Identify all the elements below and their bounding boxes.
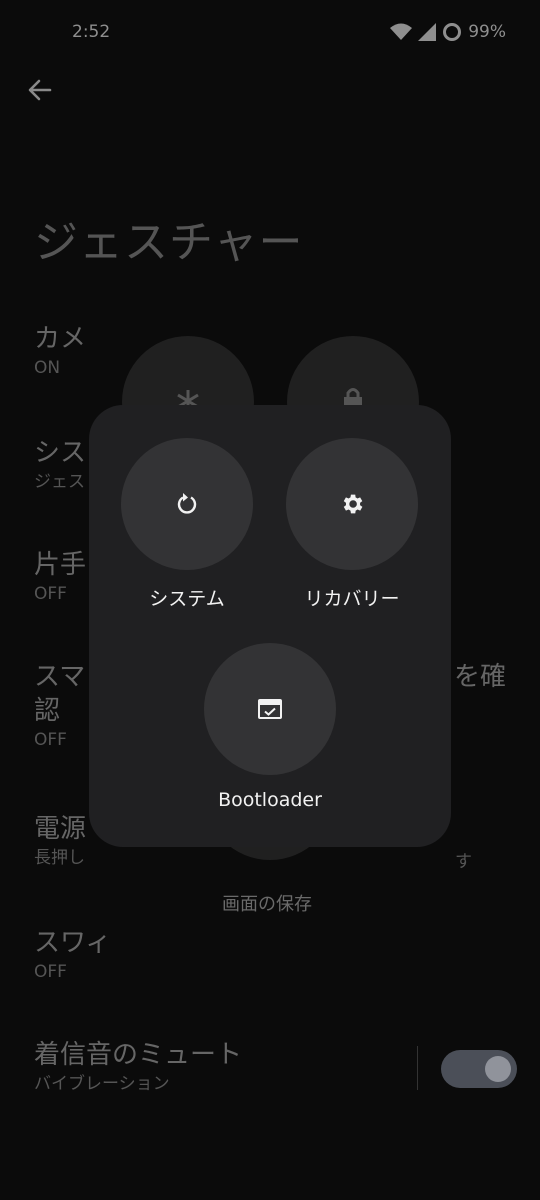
setting-subtitle: ON — [34, 358, 61, 378]
setting-title-end: を確 — [453, 662, 506, 692]
setting-title: カメ — [34, 324, 87, 354]
battery-percent: 99% — [468, 22, 506, 42]
status-time: 2:52 — [72, 22, 111, 42]
reboot-recovery-button[interactable] — [286, 438, 418, 570]
battery-saver-icon — [443, 23, 462, 41]
setting-subtitle-end: す — [455, 852, 472, 872]
wifi-icon — [390, 23, 413, 40]
reboot-recovery-label: リカバリー — [304, 588, 400, 610]
setting-subtitle: バイブレーション — [34, 1074, 170, 1094]
setting-title: スワィ — [34, 928, 112, 958]
back-arrow-icon[interactable] — [24, 74, 56, 106]
reboot-bootloader-label: Bootloader — [218, 789, 322, 811]
setting-camera[interactable]: カメ ON — [34, 322, 506, 380]
gear-icon — [343, 494, 363, 514]
setting-subtitle: OFF — [34, 962, 67, 982]
signal-icon — [418, 23, 437, 41]
setting-title: 着信音のミュート — [34, 1040, 243, 1070]
status-icons: 99% — [390, 22, 506, 42]
reboot-system-option[interactable]: システム — [121, 438, 253, 611]
reboot-bootloader-button[interactable] — [204, 643, 336, 775]
ringtone-mute-toggle[interactable] — [441, 1050, 517, 1088]
restart-icon — [177, 493, 197, 514]
reboot-bootloader-option[interactable]: Bootloader — [204, 643, 336, 811]
toggle-divider — [417, 1046, 418, 1090]
reboot-dialog: システム リカバリー Bootloader — [89, 405, 451, 847]
setting-ringtone-mute[interactable]: 着信音のミュート バイブレーション — [34, 1038, 506, 1096]
reboot-system-label: システム — [149, 588, 225, 610]
reboot-recovery-option[interactable]: リカバリー — [286, 438, 418, 611]
toggle-knob — [485, 1056, 511, 1082]
bootloader-window-icon — [258, 699, 282, 719]
status-bar: 2:52 99% — [0, 0, 540, 64]
background-screenshot-label: 画面の保存 — [222, 894, 312, 915]
setting-swipe[interactable]: スワィ OFF — [34, 926, 506, 990]
reboot-system-button[interactable] — [121, 438, 253, 570]
page-title: ジェスチャー — [34, 217, 304, 268]
